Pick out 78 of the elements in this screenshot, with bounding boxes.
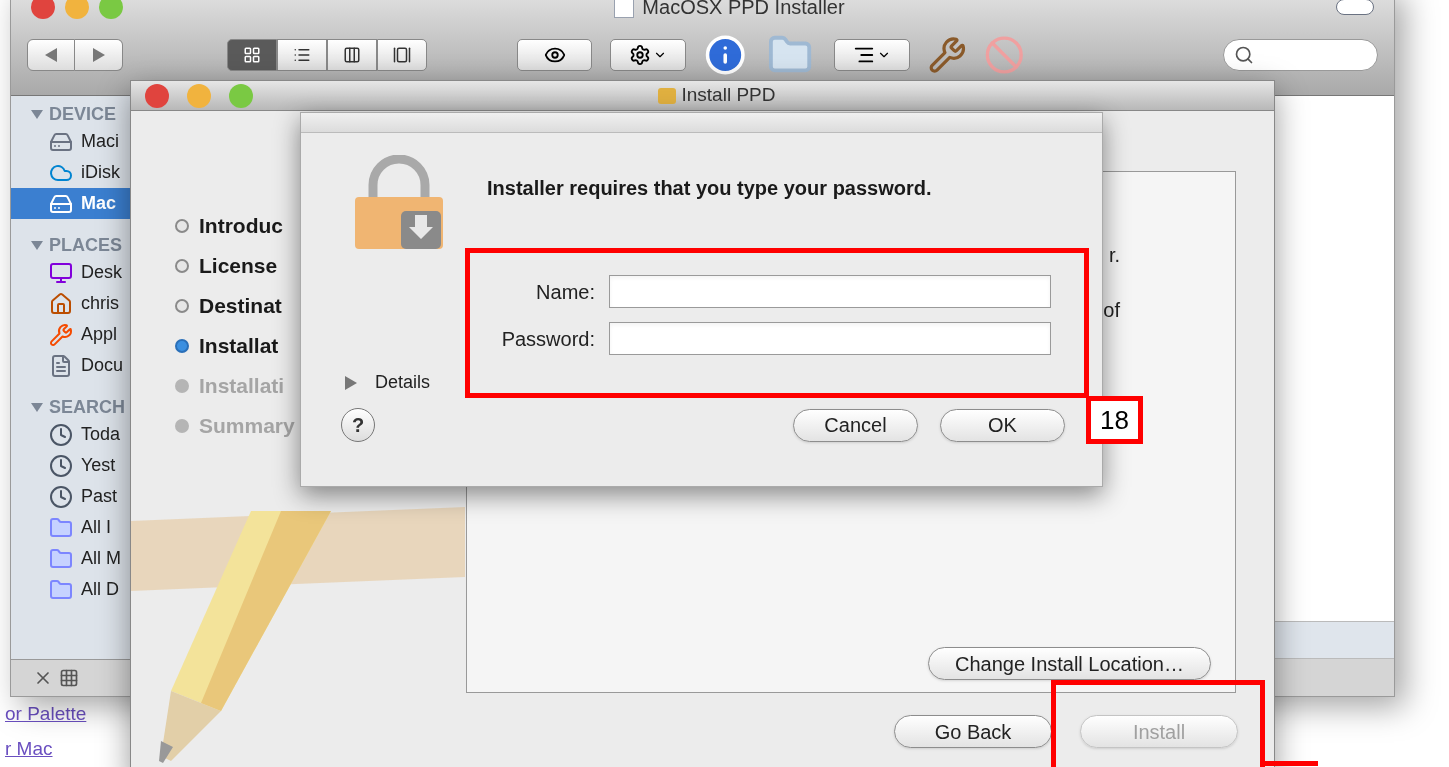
disclosure-triangle-icon[interactable] (31, 240, 43, 250)
quick-look-button[interactable] (517, 39, 593, 71)
clock-icon (49, 484, 73, 509)
sidebar-item[interactable]: iDisk (11, 157, 131, 188)
sidebar-item[interactable]: All M (11, 543, 131, 574)
home-icon (49, 291, 73, 316)
change-install-location-button[interactable]: Change Install Location… (927, 647, 1211, 680)
smart-folder-icon (49, 577, 73, 602)
view-mode-button[interactable] (227, 39, 277, 71)
details-label[interactable]: Details (375, 369, 431, 396)
footer-button[interactable]: Go Back (894, 715, 1052, 748)
body-text: r. (1108, 243, 1120, 268)
forward-arrow-icon (92, 48, 105, 62)
sidebar-heading: PLACES (49, 233, 122, 257)
window-title: MacOSX PPD Installer (642, 0, 845, 20)
sidebar-item[interactable]: Yest (11, 450, 131, 481)
desktop-icon (49, 260, 73, 285)
installer-step: Installat (199, 330, 279, 362)
sidebar-item[interactable]: Mac (11, 188, 131, 219)
dialog-button[interactable]: OK (940, 408, 1065, 442)
toolbar-toggle-button[interactable] (1336, 0, 1374, 15)
action-menu-button[interactable] (610, 39, 686, 71)
documents-icon (49, 353, 73, 378)
sidebar-item[interactable]: All I (11, 512, 131, 543)
gallery-view-icon (393, 46, 411, 64)
search-icon (1233, 45, 1254, 65)
arrange-menu-button[interactable] (834, 39, 910, 71)
dialog-button[interactable]: Cancel (793, 408, 918, 442)
sidebar-item[interactable]: Docu (11, 350, 131, 381)
column-view-icon (343, 46, 361, 64)
package-icon (657, 87, 676, 104)
disclosure-triangle-icon[interactable] (31, 109, 43, 119)
smart-folder-icon (49, 515, 73, 540)
page-link[interactable]: or Palette (5, 700, 87, 729)
field-label: Password: (501, 326, 595, 352)
smart-folder-icon (49, 546, 73, 571)
grid-icon[interactable] (59, 668, 79, 688)
disclosure-triangle-icon[interactable] (31, 402, 43, 412)
info-icon[interactable] (703, 33, 747, 77)
installer-step: Introduc (199, 210, 283, 242)
view-mode-button[interactable] (327, 39, 377, 71)
settings-icon (629, 44, 652, 66)
help-button[interactable]: ? (341, 408, 375, 442)
sidebar-item[interactable]: Maci (11, 126, 131, 157)
back-button[interactable] (27, 39, 75, 71)
page-link[interactable]: r Mac (5, 734, 87, 763)
sidebar-item[interactable]: Toda (11, 419, 131, 450)
sidebar-item[interactable]: All D (11, 574, 131, 605)
window-title: Install PPD (681, 83, 776, 108)
sidebar-item[interactable]: chris (11, 288, 131, 319)
view-mode-button[interactable] (377, 39, 427, 71)
input-field[interactable] (609, 275, 1051, 308)
annotation-label: 18 (1086, 396, 1143, 444)
installer-step: License (199, 250, 278, 282)
close-button[interactable] (145, 83, 169, 108)
sidebar-heading: SEARCH (49, 395, 125, 419)
dialog-message: Installer requires that you type your password. (487, 176, 933, 201)
installer-step: Summary (199, 410, 295, 442)
input-field[interactable] (609, 322, 1051, 355)
sidebar-item[interactable]: Past (11, 481, 131, 512)
clock-icon (49, 453, 73, 478)
installer-step: Destinat (199, 290, 282, 322)
close-button[interactable] (31, 0, 55, 19)
body-text: of (1103, 298, 1120, 323)
icon-view-icon (243, 46, 261, 64)
disclosure-triangle-icon[interactable] (345, 375, 357, 390)
forward-button[interactable] (75, 39, 123, 71)
sidebar-heading: DEVICE (49, 102, 117, 126)
search-field[interactable] (1222, 39, 1378, 71)
view-mode-button[interactable] (277, 39, 327, 71)
sidebar-item[interactable]: Appl (11, 319, 131, 350)
clock-icon (49, 422, 73, 447)
field-label: Name: (536, 279, 595, 305)
back-arrow-icon (45, 48, 57, 62)
document-icon (614, 0, 635, 18)
installer-step: Installati (199, 370, 285, 402)
sidebar-item[interactable]: Desk (11, 257, 131, 288)
list-view-icon (293, 46, 311, 64)
